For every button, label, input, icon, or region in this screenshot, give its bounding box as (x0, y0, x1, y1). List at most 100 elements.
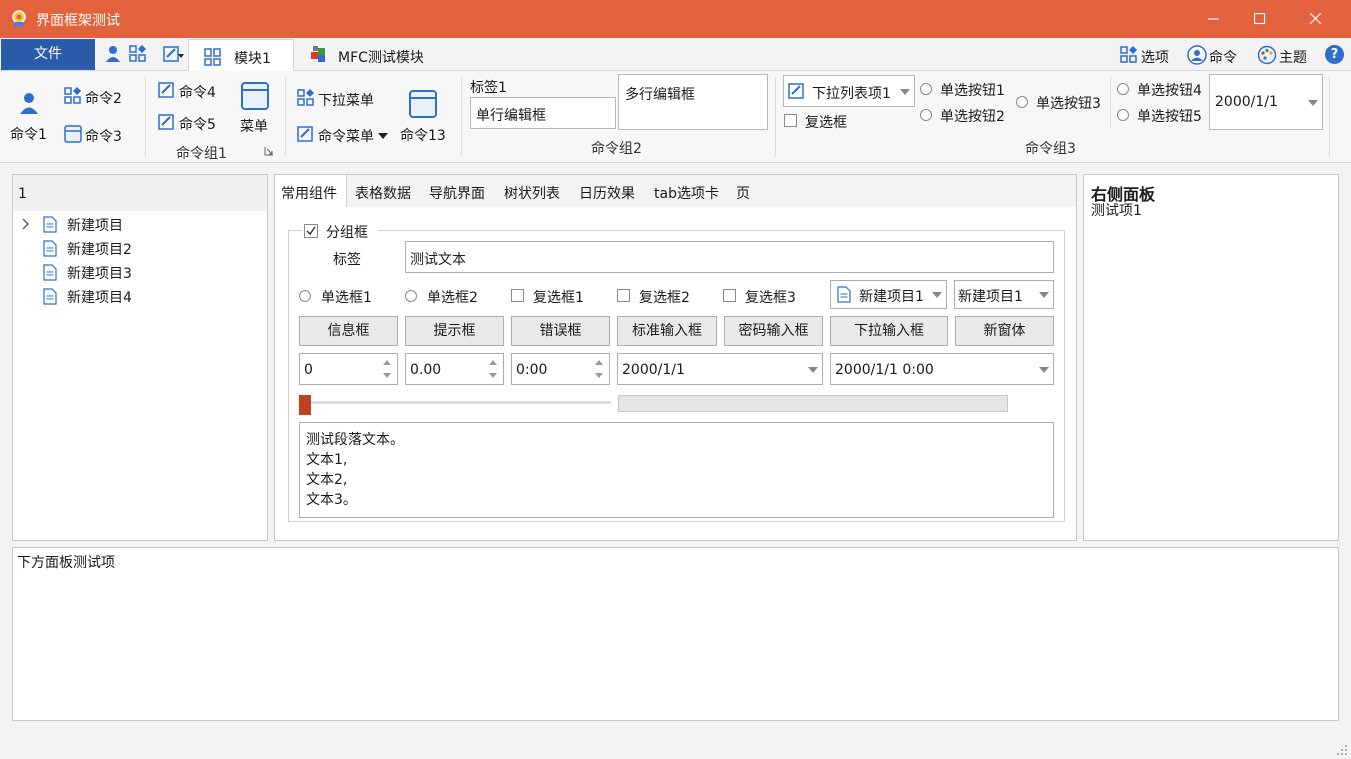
ribbon-checkbox[interactable]: 复选框 (783, 112, 863, 132)
command2-label: 命令2 (85, 91, 122, 107)
tab-table-data[interactable]: 表格数据 (355, 183, 411, 203)
edit-dropdown-icon[interactable] (162, 44, 186, 64)
password-input-button[interactable]: 密码输入框 (724, 316, 823, 346)
radio-button-5[interactable]: 单选按钮5 (1117, 106, 1209, 126)
checkbox-box (723, 289, 736, 302)
spinner-arrows-icon[interactable] (487, 357, 499, 381)
command3-button[interactable]: 命令3 (63, 123, 127, 147)
slider-thumb[interactable] (299, 395, 311, 415)
icon-combobox-value: 新建项目1 (859, 289, 924, 305)
combobox[interactable]: 新建项目1 (954, 280, 1054, 309)
message-box-button[interactable]: 信息框 (299, 316, 398, 346)
multi-line-edit[interactable]: 多行编辑框 (618, 74, 768, 130)
options-label: 选项 (1141, 50, 1169, 66)
checkbox-2[interactable]: 复选框2 (617, 286, 707, 306)
radio-option-1[interactable]: 单选框1 (299, 286, 389, 306)
radio-button-2[interactable]: 单选按钮2 (920, 106, 1015, 126)
datetime-picker[interactable]: 2000/1/1 0:00 (830, 353, 1054, 385)
tree-item[interactable]: 新建项目4 (43, 286, 243, 308)
command1-button[interactable]: 命令1 (8, 89, 50, 145)
standard-input-button[interactable]: 标准输入框 (617, 316, 717, 346)
tab-common-components[interactable]: 常用组件 (275, 175, 347, 207)
tab-tree-list[interactable]: 树状列表 (504, 183, 560, 203)
tab-navigation[interactable]: 导航界面 (429, 183, 485, 203)
group-box-header[interactable]: 分组框 (302, 221, 378, 241)
tab-page[interactable]: 页 (736, 183, 750, 203)
right-panel-item[interactable]: 测试项1 (1091, 200, 1142, 220)
icon-combobox[interactable]: 新建项目1 (830, 280, 947, 309)
command-button[interactable]: 命令 (1187, 44, 1245, 66)
palette-icon (1257, 45, 1277, 65)
command1-label: 命令1 (10, 127, 47, 143)
radio-option-2[interactable]: 单选框2 (405, 286, 495, 306)
apps-grid-icon (64, 87, 81, 104)
single-line-edit[interactable]: 单行编辑框 (470, 97, 616, 129)
tree-header-text: 1 (18, 186, 27, 202)
command-menu-button[interactable]: 命令菜单 (296, 123, 392, 147)
paragraph-line: 文本3。 (306, 492, 357, 508)
file-tab[interactable]: 文件 (1, 39, 95, 70)
minimize-button[interactable] (1191, 0, 1237, 38)
text-input[interactable]: 测试文本 (405, 241, 1054, 273)
error-box-button[interactable]: 错误框 (511, 316, 610, 346)
edit-icon (297, 126, 313, 142)
group-separator (1110, 77, 1111, 129)
apps-grid-icon (297, 89, 314, 106)
tab-module1[interactable]: 模块1 (188, 39, 294, 72)
date-picker-value: 2000/1/1 (622, 362, 685, 378)
decimal-spinner[interactable]: 0.00 (405, 353, 504, 385)
checkbox-label: 复选框2 (639, 290, 690, 306)
command5-button[interactable]: 命令5 (157, 111, 221, 135)
new-window-button[interactable]: 新窗体 (955, 316, 1054, 346)
radio-button-1[interactable]: 单选按钮1 (920, 80, 1015, 100)
slider[interactable] (299, 395, 611, 415)
tab-mfc-test-module[interactable]: MFC测试模块 (306, 39, 446, 71)
menu-button[interactable]: 菜单 (236, 79, 274, 135)
spinner-arrows-icon[interactable] (593, 357, 605, 381)
options-button[interactable]: 选项 (1119, 44, 1175, 66)
command-label: 命令 (1209, 50, 1237, 66)
checkbox-3[interactable]: 复选框3 (723, 286, 813, 306)
tree-item[interactable]: 新建项目2 (43, 238, 243, 260)
tree-item[interactable]: 新建项目3 (43, 262, 243, 284)
apps-grid-icon[interactable] (128, 44, 148, 64)
user-icon[interactable] (103, 44, 123, 64)
document-icon (43, 216, 57, 233)
ribbon-list-combobox[interactable]: 下拉列表项1 (783, 75, 915, 107)
radio-button-4[interactable]: 单选按钮4 (1117, 80, 1209, 100)
dialog-launcher-icon[interactable] (264, 146, 274, 156)
help-button[interactable]: ? (1325, 45, 1344, 64)
tree-item-label: 新建项目2 (67, 242, 132, 258)
spinner-arrows-icon[interactable] (381, 357, 393, 381)
right-panel: 右侧面板 测试项1 (1083, 174, 1339, 541)
close-button[interactable] (1293, 0, 1339, 38)
radio-button-3[interactable]: 单选按钮3 (1016, 93, 1111, 113)
integer-spinner[interactable]: 0 (299, 353, 398, 385)
command2-button[interactable]: 命令2 (63, 85, 127, 109)
tree-item[interactable]: 新建项目 (43, 214, 243, 236)
tab-tab-control[interactable]: tab选项卡 (654, 183, 719, 203)
command-menu-label: 命令菜单 (318, 129, 374, 145)
command13-button[interactable]: 命令13 (400, 89, 450, 145)
theme-button[interactable]: 主题 (1257, 44, 1313, 66)
time-spinner[interactable]: 0:00 (511, 353, 610, 385)
dropdown-menu-button[interactable]: 下拉菜单 (296, 87, 382, 111)
tree-item-label: 新建项目4 (67, 290, 132, 306)
date-picker[interactable]: 2000/1/1 (617, 353, 823, 385)
paragraph-text-area[interactable]: 测试段落文本。 文本1, 文本2, 文本3。 (299, 422, 1054, 518)
ribbon-date-picker[interactable]: 2000/1/1 (1209, 74, 1323, 130)
resize-grip-icon[interactable] (1336, 744, 1348, 756)
dropdown-input-button[interactable]: 下拉输入框 (830, 316, 948, 346)
progress-bar (618, 395, 1008, 412)
chevron-down-icon (1039, 292, 1049, 298)
chevron-right-icon[interactable] (21, 217, 31, 231)
maximize-button[interactable] (1237, 0, 1283, 38)
radio-circle (1117, 83, 1129, 95)
checkbox-1[interactable]: 复选框1 (511, 286, 601, 306)
group-separator (775, 77, 776, 157)
hint-box-button[interactable]: 提示框 (405, 316, 504, 346)
command4-button[interactable]: 命令4 (157, 79, 221, 103)
tab-calendar[interactable]: 日历效果 (579, 183, 635, 203)
radio1-label: 单选按钮1 (940, 83, 1005, 99)
radio-circle (920, 83, 932, 95)
